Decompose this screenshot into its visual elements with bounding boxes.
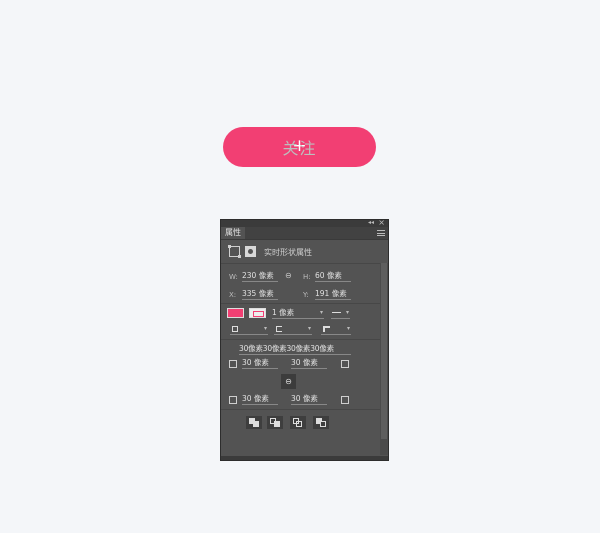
chevron-down-icon: ▾ xyxy=(319,309,323,316)
combine-shapes-button[interactable] xyxy=(246,416,262,429)
panel-titlebar: ◂◂ × xyxy=(221,220,388,227)
chevron-down-icon: ▾ xyxy=(346,325,350,332)
corner-tl-checkbox[interactable] xyxy=(229,360,237,368)
collapse-icon[interactable]: ◂◂ xyxy=(368,220,374,226)
corner-tr-checkbox[interactable] xyxy=(341,360,349,368)
panel-tabbar: 属性 xyxy=(221,227,388,240)
corners-icon xyxy=(323,326,330,332)
line-icon xyxy=(332,312,341,313)
close-icon[interactable]: × xyxy=(378,220,385,227)
subtract-icon-part xyxy=(274,421,280,427)
height-field[interactable]: 60 像素 xyxy=(315,271,351,282)
chevron-down-icon: ▾ xyxy=(345,309,349,316)
caps-icon xyxy=(276,326,282,332)
corner-tr-field[interactable]: 30 像素 xyxy=(291,358,327,369)
corner-bl-field[interactable]: 30 像素 xyxy=(242,394,278,405)
subtract-shapes-button[interactable] xyxy=(267,416,283,429)
chevron-down-icon: ▾ xyxy=(263,325,267,332)
y-field[interactable]: 191 像素 xyxy=(315,289,351,300)
stroke-corners-select[interactable]: ▾ xyxy=(321,324,351,335)
properties-header: 实时形状属性 xyxy=(221,241,382,264)
width-label: W: xyxy=(229,273,238,281)
divider xyxy=(221,303,382,304)
exclude-icon-part xyxy=(320,421,326,427)
panel-menu-icon[interactable] xyxy=(377,230,385,236)
x-label: X: xyxy=(229,291,237,299)
chevron-down-icon: ▾ xyxy=(307,325,311,332)
x-field[interactable]: 335 像素 xyxy=(242,289,278,300)
follow-button[interactable]: + 关注 xyxy=(223,127,376,167)
corner-radius-all-field[interactable]: 30像素30像素30像素30像素 xyxy=(239,344,351,355)
scrollbar-thumb[interactable] xyxy=(381,263,387,439)
width-field[interactable]: 230 像素 xyxy=(242,271,278,282)
corner-br-checkbox[interactable] xyxy=(341,396,349,404)
stroke-width-select[interactable]: 1 像素 ▾ xyxy=(272,308,324,319)
combine-icon-part xyxy=(253,421,259,427)
intersect-icon-part xyxy=(296,421,302,427)
height-label: H: xyxy=(303,273,311,281)
exclude-shapes-button[interactable] xyxy=(313,416,329,429)
stroke-color-button[interactable] xyxy=(249,308,266,318)
follow-label: 关注 xyxy=(282,139,317,158)
stroke-type-select[interactable]: ▾ xyxy=(331,308,350,319)
mask-icon[interactable] xyxy=(245,246,256,257)
corner-bl-checkbox[interactable] xyxy=(229,396,237,404)
corner-br-field[interactable]: 30 像素 xyxy=(291,394,327,405)
corner-tl-field[interactable]: 30 像素 xyxy=(242,358,278,369)
stroke-align-select[interactable]: ▾ xyxy=(230,324,268,335)
stroke-caps-select[interactable]: ▾ xyxy=(274,324,312,335)
link-icon[interactable]: ⊖ xyxy=(285,271,292,280)
panel-bottom-bar xyxy=(221,456,388,460)
divider xyxy=(221,339,382,340)
align-icon xyxy=(232,326,238,332)
intersect-shapes-button[interactable] xyxy=(290,416,306,429)
fill-color-swatch[interactable] xyxy=(227,308,244,318)
scrollbar[interactable] xyxy=(380,263,388,455)
stroke-width-value: 1 像素 xyxy=(272,308,295,317)
live-shape-properties-label: 实时形状属性 xyxy=(264,248,312,257)
tab-properties[interactable]: 属性 xyxy=(221,227,245,239)
link-corners-icon[interactable]: ⊖ xyxy=(281,374,296,389)
transform-icon[interactable] xyxy=(228,245,241,258)
y-label: Y: xyxy=(303,291,309,299)
properties-panel: ◂◂ × 属性 实时形状属性 W: 230 像素 ⊖ H: 60 像素 X: 3… xyxy=(220,219,389,461)
divider xyxy=(221,409,382,410)
